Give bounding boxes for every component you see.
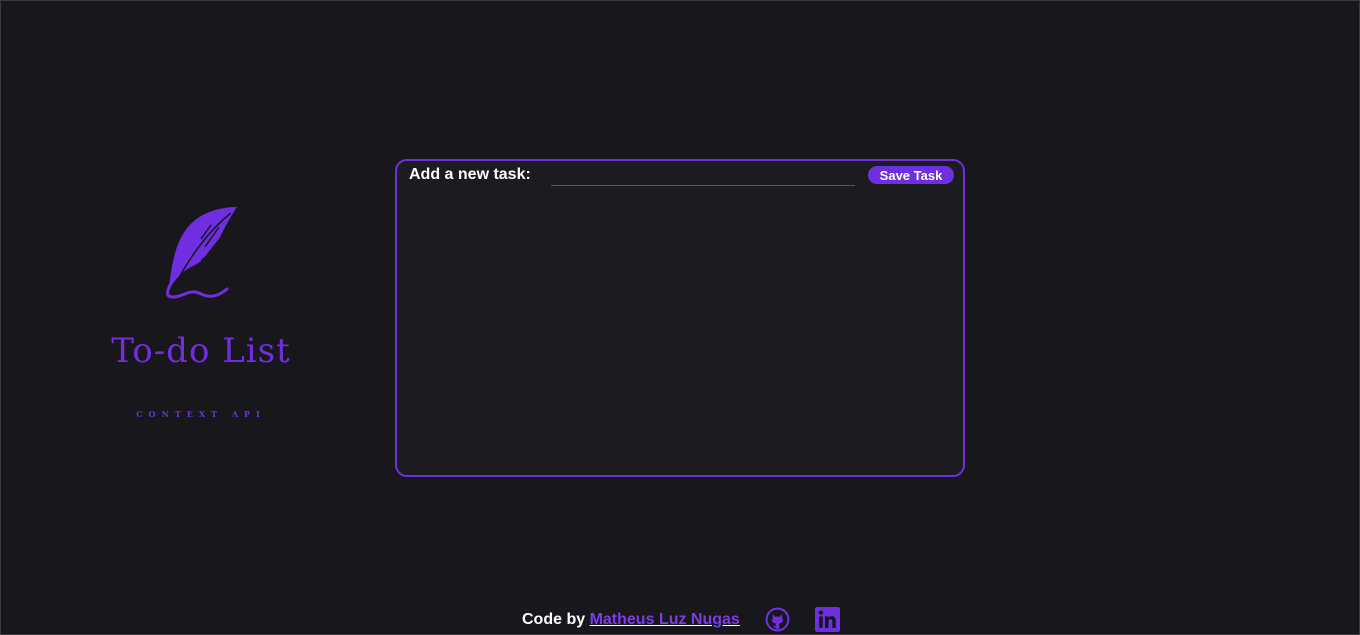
github-icon[interactable] <box>765 607 790 632</box>
new-task-input[interactable] <box>551 165 855 186</box>
footer: Code by Matheus Luz Nugas <box>1 605 1360 635</box>
feather-quill-icon <box>166 207 237 299</box>
credit-prefix: Code by <box>522 611 586 628</box>
app-window: To-do List CONTEXT API Add a new task: S… <box>0 0 1360 635</box>
task-list <box>407 195 953 465</box>
linkedin-icon[interactable] <box>815 607 840 632</box>
author-link[interactable]: Matheus Luz Nugas <box>590 611 740 628</box>
app-subtitle: CONTEXT API <box>136 409 266 419</box>
new-task-label: Add a new task: <box>409 166 531 183</box>
app-title: To-do List <box>111 331 291 371</box>
footer-credit: Code by Matheus Luz Nugas <box>522 611 740 629</box>
task-panel: Add a new task: Save Task <box>395 159 965 477</box>
save-task-button[interactable]: Save Task <box>868 166 954 184</box>
